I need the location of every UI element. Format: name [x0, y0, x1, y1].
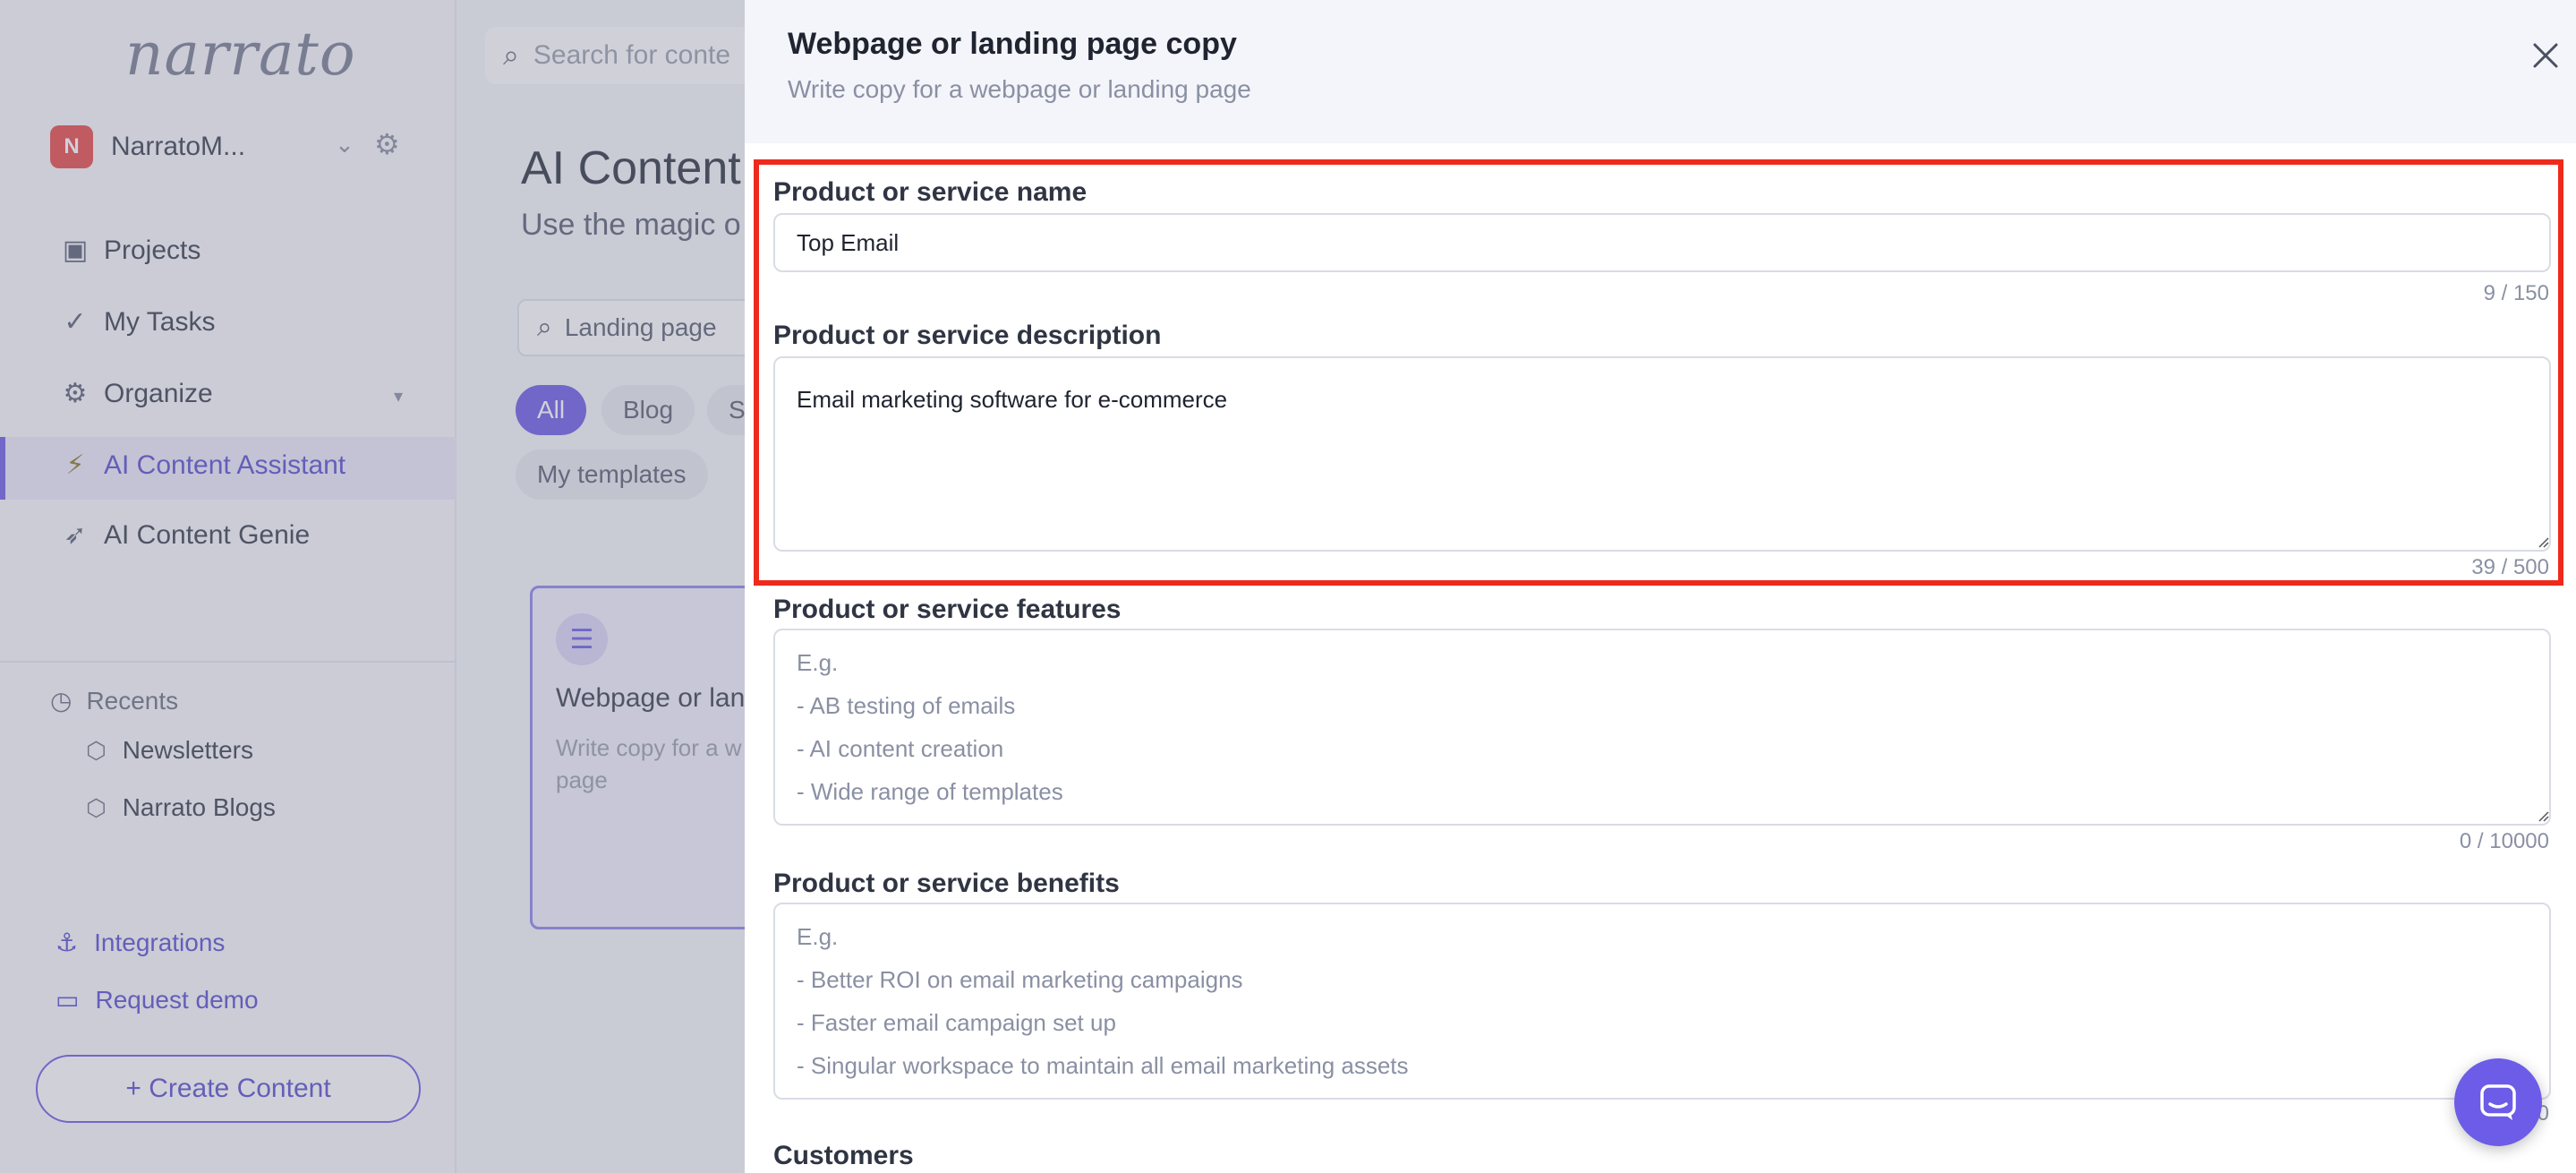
product-features-label: Product or service features: [773, 595, 1122, 624]
chat-icon: [2480, 1084, 2516, 1120]
product-description-counter: 39 / 500: [2471, 555, 2549, 579]
template-drawer: Webpage or landing page copy Write copy …: [745, 0, 2576, 1173]
drawer-subtitle: Write copy for a webpage or landing page: [788, 75, 1251, 103]
placeholder-line: - Better ROI on email marketing campaign…: [797, 966, 1243, 993]
product-benefits-label: Product or service benefits: [773, 869, 1120, 898]
product-description-label: Product or service description: [773, 321, 1162, 350]
chat-launcher-button[interactable]: [2454, 1058, 2542, 1146]
customers-label: Customers: [773, 1141, 914, 1170]
product-name-counter: 9 / 150: [2483, 281, 2549, 305]
placeholder-line: - AI content creation: [797, 735, 1004, 762]
drawer-title: Webpage or landing page copy: [788, 27, 1237, 61]
placeholder-line: - Faster email campaign set up: [797, 1009, 1116, 1036]
resize-grip-icon[interactable]: [2535, 808, 2549, 822]
drawer-header: Webpage or landing page copy Write copy …: [745, 0, 2576, 143]
product-name-input[interactable]: [773, 213, 2551, 272]
placeholder-line: E.g.: [797, 649, 839, 676]
product-description-textarea[interactable]: Email marketing software for e-commerce: [773, 356, 2551, 552]
product-name-label: Product or service name: [773, 177, 1088, 207]
placeholder-line: - AB testing of emails: [797, 692, 1016, 719]
placeholder-line: - Singular workspace to maintain all ema…: [797, 1052, 1409, 1079]
close-icon: [2533, 43, 2558, 68]
close-button[interactable]: [2524, 34, 2567, 77]
resize-grip-icon[interactable]: [2535, 534, 2549, 548]
placeholder-line: - Wide range of templates: [797, 778, 1063, 805]
product-features-counter: 0 / 10000: [2459, 829, 2549, 853]
placeholder-line: E.g.: [797, 923, 839, 950]
